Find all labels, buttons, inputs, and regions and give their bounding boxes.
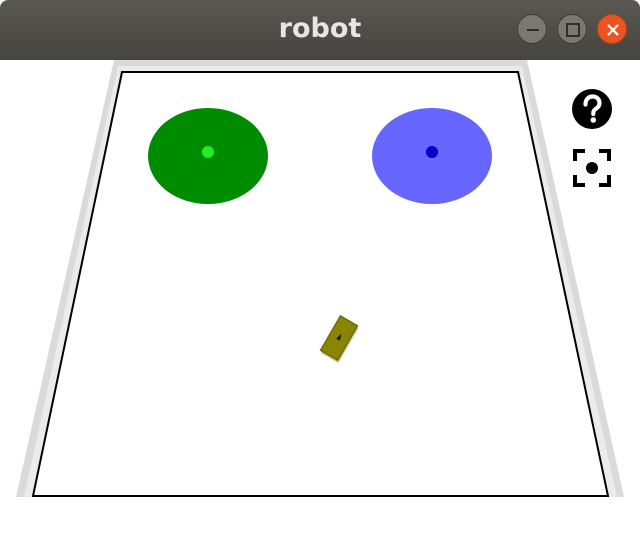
minimize-button[interactable] [517,14,547,44]
green-zone [148,108,268,204]
reset-camera-button[interactable] [572,148,612,188]
title-bar[interactable]: robot [0,0,640,60]
focus-camera-icon [573,149,611,187]
maximize-icon [566,23,580,37]
blue-zone-marker [426,146,438,158]
help-button[interactable] [571,88,613,130]
green-zone-marker [202,146,214,158]
maximize-button[interactable] [557,14,587,44]
app-window: robot [0,0,640,540]
minimize-icon [527,29,539,31]
question-circle-icon [572,89,612,129]
blue-zone [372,108,492,204]
arena-floor [31,71,610,497]
close-button[interactable] [597,14,627,44]
close-icon [607,24,619,36]
simulation-viewport[interactable] [0,60,640,540]
